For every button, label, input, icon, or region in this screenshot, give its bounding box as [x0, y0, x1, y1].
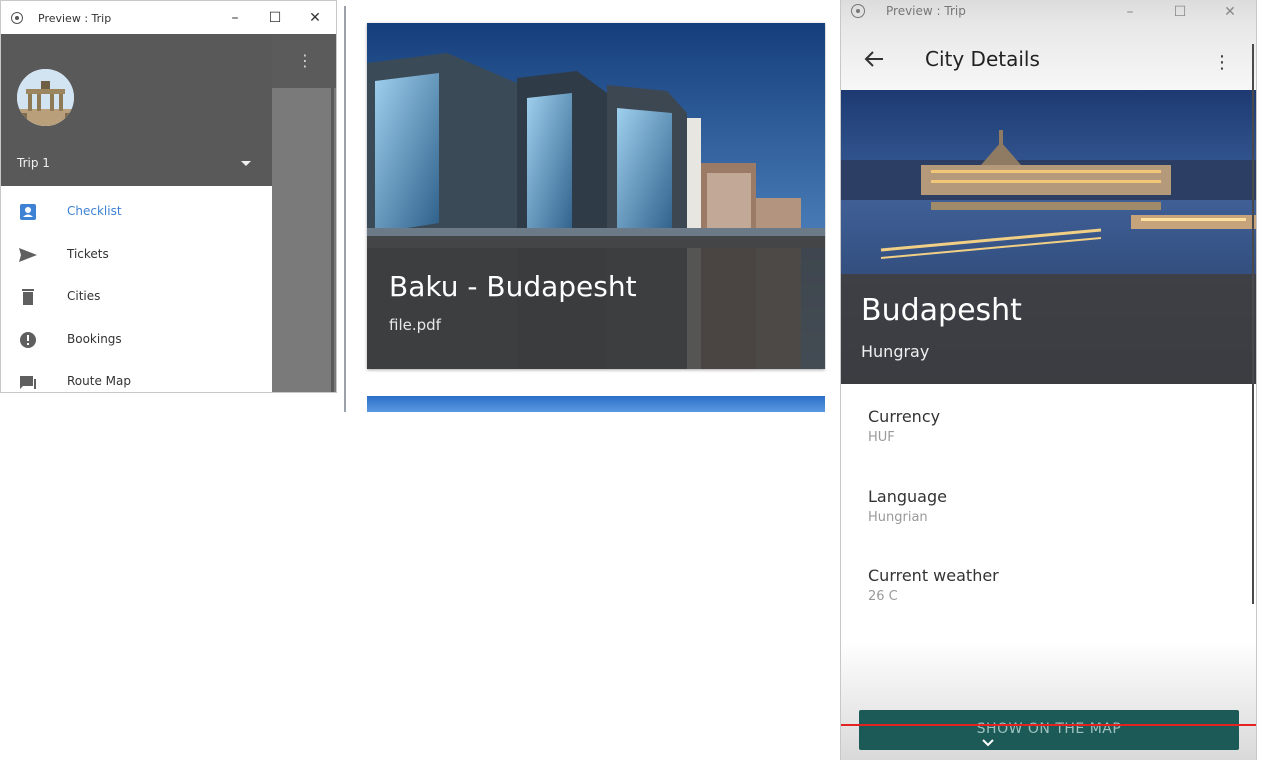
detail-language: Language Hungrian — [868, 487, 947, 525]
show-on-map-button[interactable]: SHOW ON THE MAP — [859, 710, 1239, 750]
app-icon — [11, 12, 23, 24]
nav-item-bookings[interactable]: Bookings — [1, 319, 272, 361]
detail-currency: Currency HUF — [868, 407, 940, 445]
avatar[interactable] — [17, 69, 74, 126]
city-name: Budapesht — [861, 293, 1022, 328]
alert-icon — [20, 332, 36, 348]
more-options-icon[interactable]: ⋮ — [295, 51, 315, 71]
brandenburg-gate-image — [17, 69, 74, 126]
window-title: Preview : Trip — [38, 12, 112, 25]
detail-value: 26 C — [868, 589, 898, 604]
chevron-down-icon — [982, 739, 994, 747]
trash-icon — [22, 289, 34, 305]
nav-label: Cities — [67, 289, 101, 303]
app-bar: City Details ⋮ — [841, 26, 1256, 90]
trip-list-panel: Baku - Budapesht file.pdf — [344, 6, 826, 412]
detail-label: Currency — [868, 407, 941, 426]
nav-label: Tickets — [67, 247, 109, 261]
trip-selector[interactable]: Trip 1 — [17, 156, 50, 170]
detail-value: Hungrian — [868, 510, 928, 525]
left-app-window: Preview : Trip – ☐ ✕ ⋮ Trip 1 Checklist … — [0, 0, 337, 393]
checklist-icon — [20, 204, 36, 220]
trip-card[interactable]: Baku - Budapesht file.pdf — [367, 23, 825, 369]
close-button[interactable]: ✕ — [303, 8, 327, 28]
detail-value: HUF — [868, 430, 895, 445]
scrollbar[interactable] — [1252, 44, 1254, 604]
nav-label: Bookings — [67, 332, 122, 346]
nav-label: Checklist — [67, 204, 122, 218]
nav-item-route-map[interactable]: Route Map — [1, 361, 272, 392]
detail-weather: Current weather 26 C — [868, 566, 999, 604]
city-caption-overlay — [841, 274, 1256, 384]
close-button[interactable]: ✕ — [1218, 2, 1242, 22]
more-options-icon[interactable]: ⋮ — [1212, 51, 1232, 75]
card-title: Baku - Budapesht — [389, 270, 637, 303]
maximize-button[interactable]: ☐ — [263, 8, 287, 28]
title-bar: Preview : Trip – ☐ ✕ — [1, 1, 336, 34]
navigation-drawer: Trip 1 Checklist Tickets Cities Bookings… — [1, 34, 272, 392]
right-app-window: Preview : Trip – ☐ ✕ City Details ⋮ Buda… — [840, 0, 1257, 760]
city-hero: Budapesht Hungray — [841, 90, 1256, 384]
card-subtitle: file.pdf — [389, 316, 441, 334]
panel-edge — [344, 6, 346, 412]
detail-label: Current weather — [868, 566, 999, 585]
detail-label: Language — [868, 487, 947, 506]
drawer-header: Trip 1 — [1, 34, 272, 186]
minimize-button[interactable]: – — [1118, 2, 1142, 22]
send-icon — [19, 248, 37, 262]
trip-card-next[interactable] — [367, 396, 825, 412]
nav-item-tickets[interactable]: Tickets — [1, 234, 272, 276]
dropdown-caret-icon[interactable] — [241, 161, 251, 166]
app-icon — [851, 4, 865, 18]
country-name: Hungray — [861, 342, 930, 361]
nav-item-cities[interactable]: Cities — [1, 276, 272, 318]
minimize-button[interactable]: – — [223, 8, 247, 28]
scrollbar[interactable] — [331, 88, 334, 392]
title-bar: Preview : Trip – ☐ ✕ — [841, 0, 1256, 26]
page-title: City Details — [925, 47, 1040, 71]
back-arrow-icon[interactable] — [863, 48, 885, 70]
nav-label: Route Map — [67, 374, 131, 388]
window-title: Preview : Trip — [886, 4, 966, 18]
nav-item-checklist[interactable]: Checklist — [1, 191, 272, 233]
maximize-button[interactable]: ☐ — [1168, 2, 1192, 22]
chat-icon — [20, 376, 36, 389]
red-guide-line — [841, 724, 1256, 726]
